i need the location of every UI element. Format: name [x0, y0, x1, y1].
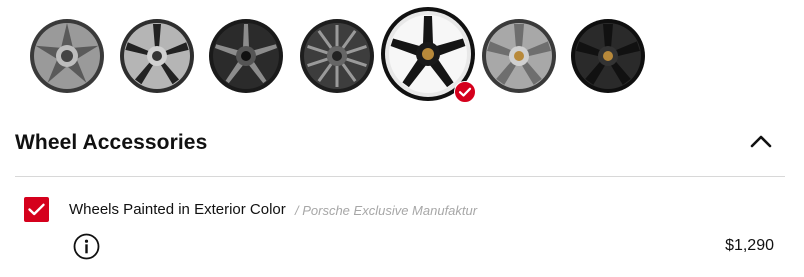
- wheel-selector: [0, 0, 804, 110]
- wheel-option-6[interactable]: [481, 18, 557, 94]
- wheel-image: [120, 19, 194, 93]
- section-divider: [15, 176, 785, 177]
- accessory-price: $1,290: [725, 237, 774, 254]
- accessory-subtitle: / Porsche Exclusive Manufaktur: [295, 203, 478, 218]
- accessory-label: Wheels Painted in Exterior Color: [69, 201, 286, 218]
- info-icon[interactable]: [73, 233, 100, 260]
- wheel-image: [300, 19, 374, 93]
- chevron-up-icon[interactable]: [748, 127, 774, 157]
- wheel-accessories-header[interactable]: Wheel Accessories: [15, 127, 785, 161]
- wheel-option-7[interactable]: [570, 18, 646, 94]
- wheel-option-1[interactable]: [29, 18, 105, 94]
- wheel-option-2[interactable]: [119, 18, 195, 94]
- checkmark-icon: [28, 203, 45, 216]
- section-title: Wheel Accessories: [15, 131, 208, 154]
- wheel-option-3[interactable]: [208, 18, 284, 94]
- wheel-image: [571, 19, 645, 93]
- painted-wheels-checkbox[interactable]: [24, 197, 49, 222]
- wheel-image: [482, 19, 556, 93]
- wheel-option-4[interactable]: [299, 18, 375, 94]
- selected-check-icon: [454, 81, 476, 103]
- wheel-image: [209, 19, 283, 93]
- wheel-image: [30, 19, 104, 93]
- accessory-item-painted-wheels: Wheels Painted in Exterior Color / Porsc…: [24, 197, 784, 227]
